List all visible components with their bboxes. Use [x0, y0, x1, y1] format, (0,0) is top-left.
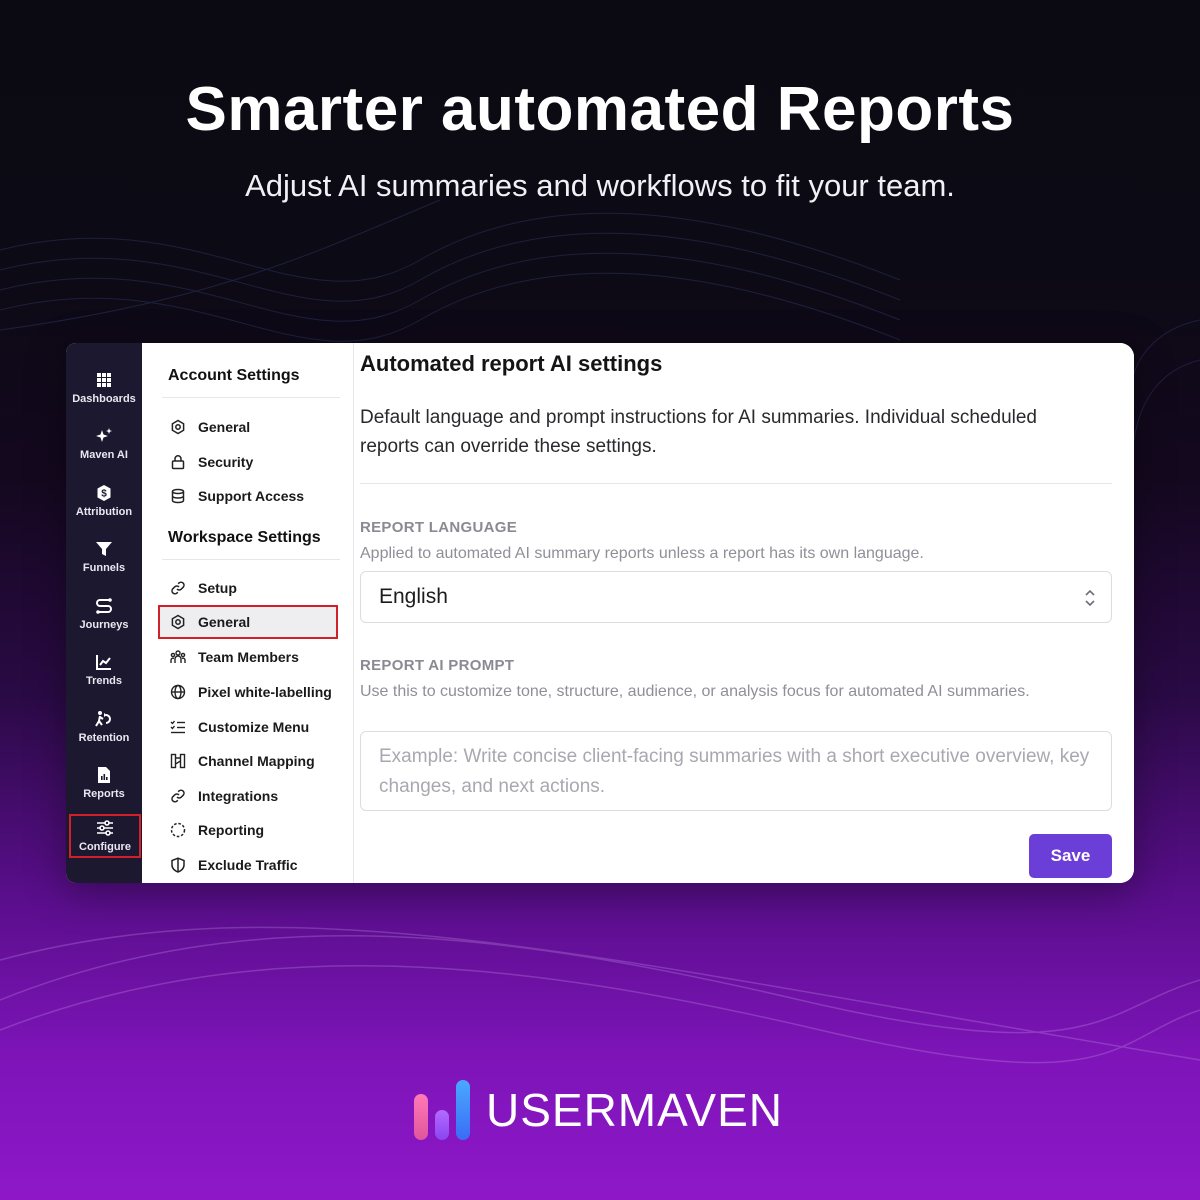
rail-label: Dashboards: [72, 393, 136, 405]
rail-label: Journeys: [79, 619, 129, 631]
svg-text:$: $: [101, 489, 107, 500]
rail-label: Attribution: [75, 506, 133, 518]
nav-item-channel-mapping[interactable]: Channel Mapping: [160, 744, 340, 778]
nav-item-label: Channel Mapping: [198, 753, 315, 769]
rail-item-trends[interactable]: Trends: [66, 653, 142, 687]
report-language-label: REPORT LANGUAGE: [360, 519, 518, 536]
rail-label: Configure: [79, 841, 131, 853]
account-settings-heading: Account Settings: [168, 367, 300, 384]
link-icon: [171, 581, 185, 595]
nav-item-label: Security: [198, 454, 254, 470]
report-ai-prompt-help: Use this to customize tone, structure, a…: [360, 683, 1030, 700]
divider: [162, 397, 340, 398]
report-file-icon: [98, 767, 110, 783]
nav-item-label: Customize Menu: [198, 719, 310, 735]
rail-label: Funnels: [82, 562, 126, 574]
database-icon: [171, 488, 185, 504]
chevron-up-down-icon: [1085, 589, 1095, 607]
nav-item-exclude-traffic[interactable]: Exclude Traffic: [160, 848, 340, 882]
lock-icon: [171, 455, 185, 470]
report-language-select[interactable]: English: [360, 571, 1112, 623]
report-ai-prompt-input[interactable]: Example: Write concise client-facing sum…: [360, 731, 1112, 811]
brand-name: USERMAVEN: [486, 1084, 783, 1136]
rail-label: Reports: [83, 788, 125, 800]
page-title: Automated report AI settings: [360, 351, 663, 376]
nav-item-label: Team Members: [198, 649, 299, 665]
nav-item-account-general[interactable]: General: [160, 410, 340, 444]
nav-item-label: General: [198, 614, 251, 630]
rail-item-dashboards[interactable]: Dashboards: [66, 371, 142, 405]
nav-item-workspace-general[interactable]: General: [158, 605, 338, 639]
nav-item-pixel-white-labelling[interactable]: Pixel white-labelling: [160, 675, 340, 709]
settings-main-panel: Automated report AI settings Default lan…: [354, 343, 1134, 883]
rail-label: Trends: [85, 675, 123, 687]
dashed-circle-icon: [170, 822, 186, 838]
nav-item-support-access[interactable]: Support Access: [160, 479, 340, 513]
sliders-icon: [97, 820, 113, 836]
app-window: Dashboards Maven AI $ Attribution Funnel…: [66, 343, 1134, 883]
nav-item-label: General: [198, 419, 251, 435]
rail-label: Retention: [78, 732, 130, 744]
retention-icon: [95, 711, 111, 727]
trend-chart-icon: [96, 655, 111, 670]
dollar-circle-icon: $: [97, 485, 111, 501]
route-icon: [96, 598, 112, 614]
channel-map-icon: [170, 753, 186, 769]
nav-item-reporting[interactable]: Reporting: [160, 813, 340, 847]
nav-item-integrations[interactable]: Integrations: [160, 779, 340, 813]
list-check-icon: [170, 720, 185, 734]
rail-item-configure[interactable]: Configure: [69, 814, 141, 858]
selected-language: English: [379, 585, 448, 608]
hero-title: Smarter automated Reports: [185, 75, 1015, 144]
settings-sidebar: Account Settings General Security Suppor…: [142, 343, 354, 883]
rail-item-maven-ai[interactable]: Maven AI: [66, 427, 142, 461]
rail-item-reports[interactable]: Reports: [66, 766, 142, 800]
report-language-help: Applied to automated AI summary reports …: [360, 545, 924, 562]
page-description: Default language and prompt instructions…: [360, 407, 1037, 457]
primary-nav-rail: Dashboards Maven AI $ Attribution Funnel…: [66, 343, 142, 883]
gear-icon: [171, 614, 185, 630]
nav-item-label: Support Access: [198, 488, 305, 504]
gear-icon: [171, 419, 185, 435]
nav-item-label: Setup: [198, 580, 237, 596]
save-button[interactable]: Save: [1029, 834, 1112, 878]
nav-item-security[interactable]: Security: [160, 445, 340, 479]
nav-item-team-members[interactable]: Team Members: [160, 640, 340, 674]
funnel-icon: [96, 542, 112, 556]
nav-item-setup[interactable]: Setup: [160, 571, 340, 605]
team-icon: [170, 650, 186, 663]
divider: [162, 559, 340, 560]
nav-item-label: Pixel white-labelling: [198, 684, 332, 700]
grid-icon: [97, 373, 111, 387]
rail-label: Maven AI: [80, 449, 128, 461]
sparkle-icon: [96, 428, 112, 442]
link-icon: [171, 789, 185, 803]
rail-item-retention[interactable]: Retention: [66, 710, 142, 744]
nav-item-label: Integrations: [198, 788, 279, 804]
report-ai-prompt-label: REPORT AI PROMPT: [360, 657, 515, 674]
brand-logo: USERMAVEN: [412, 1078, 783, 1142]
hero-subtitle: Adjust AI summaries and workflows to fit…: [245, 168, 955, 203]
usermaven-logo-icon: [414, 1080, 470, 1140]
workspace-settings-heading: Workspace Settings: [168, 529, 321, 546]
rail-item-funnels[interactable]: Funnels: [66, 540, 142, 574]
shield-icon: [171, 857, 185, 873]
globe-icon: [170, 684, 186, 700]
nav-item-customize-menu[interactable]: Customize Menu: [160, 710, 340, 744]
nav-item-label: Reporting: [198, 822, 265, 838]
rail-item-attribution[interactable]: $ Attribution: [66, 484, 142, 518]
rail-item-journeys[interactable]: Journeys: [66, 597, 142, 631]
nav-item-label: Exclude Traffic: [198, 857, 298, 873]
divider: [360, 483, 1112, 484]
